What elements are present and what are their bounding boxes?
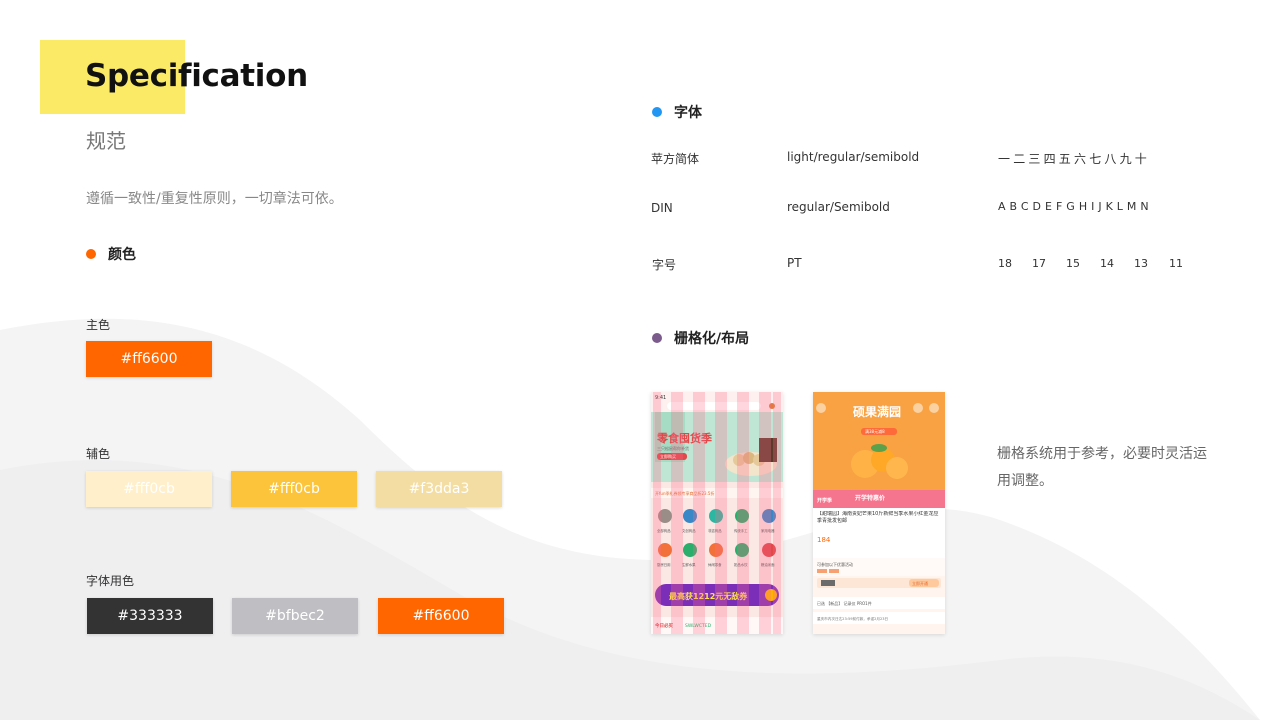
phone2-banner-btn: 满38元减8 — [865, 428, 885, 434]
font-size-15: 15 — [1066, 257, 1080, 270]
primary-swatch: #ff6600 — [86, 341, 212, 377]
font-size-14: 14 — [1100, 257, 1114, 270]
phone-mockup-1: 9:41 零食囤货季 三只松鼠帮你补货 立即购买 开fun季礼券领专享商品折23… — [651, 392, 783, 634]
text-swatch-3: #ff6600 — [378, 598, 504, 634]
font-row-3-unit: PT — [787, 256, 802, 270]
font-size-13: 13 — [1134, 257, 1148, 270]
font-row-1-weights: light/regular/semibold — [787, 150, 920, 164]
phone2-product-title: 【甜瑞园】海南贵妃芒果10斤新鲜当季水果小红金龙应季青批发包邮 — [817, 511, 939, 524]
grid-heading: 栅格化/布局 — [652, 328, 749, 348]
grid-note: 栅格系统用于参考，必要时灵活运用调整。 — [997, 446, 1207, 489]
font-row-2-name: DIN — [651, 201, 673, 215]
phone-mockup-2: 硕果满园 满38元减8 开学季 开学特惠价 【甜瑞园】海南贵妃芒果10斤新鲜当季… — [813, 392, 945, 634]
primary-color-label: 主色 — [86, 318, 111, 332]
secondary-swatch-2: #fff0cb — [231, 471, 357, 507]
colors-dot-icon — [86, 249, 96, 259]
font-row-2-sample: ABCDEFGHIJKLMN — [998, 200, 1153, 213]
secondary-color-label: 辅色 — [86, 447, 111, 461]
phone2-row2: 立即开通 — [912, 580, 928, 586]
font-row-3-name: 字号 — [652, 258, 677, 272]
text-swatch-1: #333333 — [87, 598, 213, 634]
font-dot-icon — [652, 107, 662, 117]
font-row-1-sample: 一二三四五六七八九十 — [998, 152, 1151, 166]
font-size-11: 11 — [1169, 257, 1183, 270]
phone2-row4: 重庆市内次日达23:59前付款，承诺2月23日 — [817, 616, 888, 621]
page-subtitle: 规范 — [86, 129, 126, 153]
phone1-grid-overlay — [653, 392, 781, 634]
phone2-row1: 可参加以下优惠活动 — [817, 561, 853, 567]
colors-heading-label: 颜色 — [108, 247, 136, 263]
secondary-swatch-1: #fff0cb — [86, 471, 212, 507]
font-heading-label: 字体 — [674, 105, 702, 121]
phone2-row3: 已选 【新品】 记录仪 PRO1件 — [817, 600, 872, 606]
font-size-17: 17 — [1032, 257, 1046, 270]
grid-dot-icon — [652, 333, 662, 343]
page-description: 遵循一致性/重复性原则，一切章法可依。 — [86, 191, 343, 207]
text-color-label: 字体用色 — [86, 574, 135, 588]
font-row-1-name: 苹方简体 — [651, 152, 700, 166]
text-swatch-2: #bfbec2 — [232, 598, 358, 634]
font-heading: 字体 — [652, 102, 702, 122]
grid-heading-label: 栅格化/布局 — [674, 331, 750, 347]
font-size-18: 18 — [998, 257, 1012, 270]
phone2-price: 184 — [817, 536, 831, 544]
colors-heading: 颜色 — [86, 244, 136, 264]
phone1-notice: 开fun季礼券领专享商品折23.5折 — [655, 490, 714, 496]
secondary-swatch-3: #f3dda3 — [376, 471, 502, 507]
svg-text:开学季: 开学季 — [817, 497, 832, 504]
font-row-2-weights: regular/Semibold — [787, 200, 890, 214]
phone2-banner-title: 硕果满园 — [853, 404, 901, 419]
spec-page: Specification 规范 遵循一致性/重复性原则，一切章法可依。 颜色 … — [0, 0, 1280, 720]
page-title: Specification — [85, 58, 308, 94]
phone2-strip-title: 开学特惠价 — [855, 494, 886, 502]
